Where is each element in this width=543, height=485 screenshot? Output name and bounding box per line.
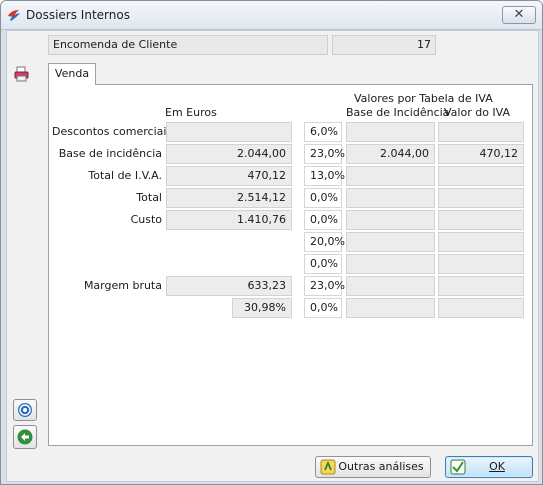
tab-venda[interactable]: Venda <box>48 63 96 85</box>
other-analyses-label: Outras análises <box>338 460 424 473</box>
vat-cell <box>438 188 524 208</box>
value-cell: 470,12 <box>166 166 292 186</box>
document-type-field: Encomenda de Cliente <box>48 35 328 55</box>
app-logo-icon <box>8 10 20 21</box>
value-cell: 30,98% <box>232 298 292 318</box>
base-header: Base de Incidência <box>346 106 450 119</box>
title-bar[interactable]: Dossiers Internos ✕ <box>1 1 542 30</box>
ok-button[interactable]: OK <box>445 456 533 478</box>
analysis-icon <box>320 459 336 475</box>
help-button[interactable] <box>13 399 37 421</box>
value-cell: 1.410,76 <box>166 210 292 230</box>
rate-cell: 0,0% <box>304 254 342 274</box>
vat-cell <box>438 232 524 252</box>
base-cell <box>346 122 435 142</box>
other-analyses-button[interactable]: Outras análises <box>315 456 431 478</box>
vat-cell <box>438 298 524 318</box>
window-title: Dossiers Internos <box>26 8 130 22</box>
row-label: Margem bruta <box>83 279 162 292</box>
row-label: Custo <box>130 213 162 226</box>
vat-value-header: Valor do IVA <box>444 106 511 119</box>
vat-cell: 470,12 <box>438 144 524 164</box>
row-label: Total de I.V.A. <box>88 169 162 182</box>
base-cell <box>346 276 435 296</box>
rate-cell: 20,0% <box>304 232 345 252</box>
back-button[interactable] <box>13 425 37 449</box>
document-count-field: 17 <box>332 35 436 55</box>
row-label: Total <box>136 191 162 204</box>
vat-cell <box>438 122 524 142</box>
vat-cell <box>438 276 524 296</box>
value-cell <box>166 122 292 142</box>
base-cell <box>346 232 435 252</box>
value-cell: 2.044,00 <box>166 144 292 164</box>
rate-cell: 13,0% <box>304 166 345 186</box>
row-label: Descontos comerciais <box>52 125 173 138</box>
base-cell <box>346 188 435 208</box>
rate-cell: 23,0% <box>304 144 345 164</box>
checkmark-icon <box>450 459 466 475</box>
euros-header: Em Euros <box>165 106 217 119</box>
base-cell <box>346 298 435 318</box>
rate-cell: 0,0% <box>304 298 342 318</box>
base-cell <box>346 210 435 230</box>
vat-cell <box>438 166 524 186</box>
printer-icon[interactable] <box>13 65 31 83</box>
rate-cell: 6,0% <box>304 122 342 142</box>
vat-group-header: Valores por Tabela de IVA <box>354 92 493 105</box>
value-cell: 2.514,12 <box>166 188 292 208</box>
base-cell <box>346 166 435 186</box>
dialog-body: Encomenda de Cliente 17 Venda Em Euros V… <box>6 30 539 482</box>
back-arrow-icon <box>17 429 33 445</box>
rate-cell: 0,0% <box>304 210 342 230</box>
vat-cell <box>438 210 524 230</box>
row-label: Base de incidência <box>58 147 162 160</box>
rate-cell: 0,0% <box>304 188 342 208</box>
ok-label: OK <box>489 460 505 473</box>
close-button[interactable]: ✕ <box>502 6 536 24</box>
value-cell: 633,23 <box>166 276 292 296</box>
vat-cell <box>438 254 524 274</box>
rate-cell: 23,0% <box>304 276 345 296</box>
help-icon <box>18 403 32 417</box>
base-cell <box>346 254 435 274</box>
base-cell: 2.044,00 <box>346 144 435 164</box>
dossiers-window: Dossiers Internos ✕ Encomenda de Cliente… <box>0 0 543 485</box>
